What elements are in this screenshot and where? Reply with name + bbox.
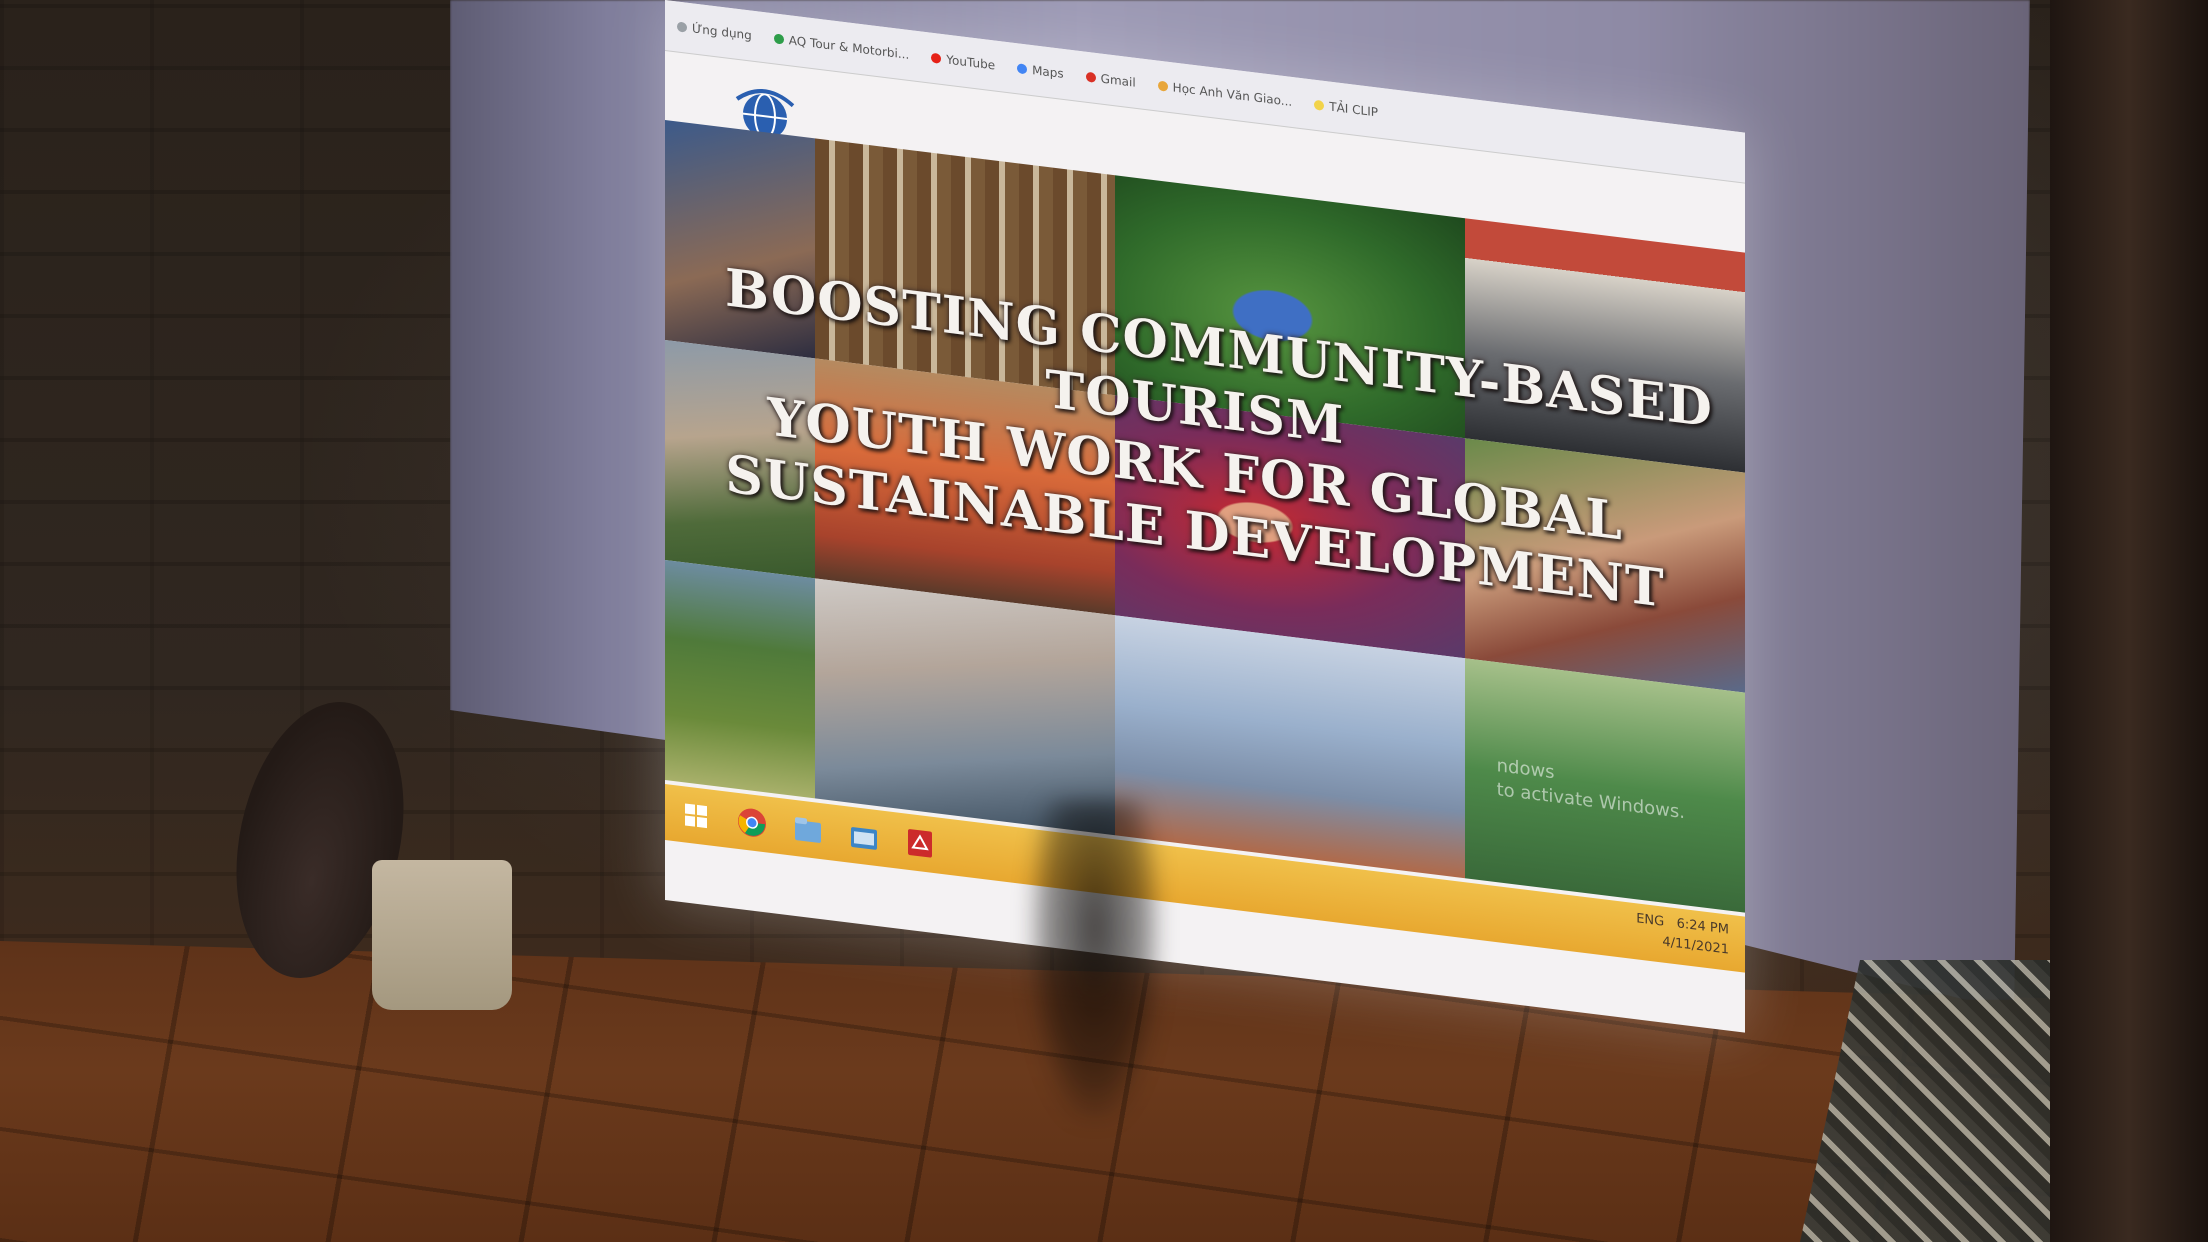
system-tray: ENG 6:24 PM 4/11/2021 <box>1636 909 1729 960</box>
chrome-icon[interactable] <box>735 804 769 842</box>
folder-icon[interactable] <box>847 817 881 855</box>
maps-icon <box>1017 63 1028 75</box>
bookmark-label: AQ Tour & Motorbi... <box>788 33 910 62</box>
wooden-pillar <box>2050 0 2208 1242</box>
bookmark-item[interactable]: Gmail <box>1085 70 1136 90</box>
bookmark-label: TẢI CLIP <box>1329 99 1378 120</box>
bookmark-label: Học Anh Văn Giao... <box>1172 80 1293 110</box>
bookmark-item[interactable]: Ứng dụng <box>677 19 752 43</box>
collage-photo <box>815 578 1115 836</box>
bookmark-label: Gmail <box>1100 71 1136 90</box>
stool <box>372 860 512 1010</box>
projected-desktop: Ứng dụng AQ Tour & Motorbi... YouTube Ma… <box>665 0 1745 1033</box>
clock-date[interactable]: 4/11/2021 <box>1662 934 1729 957</box>
bookmark-label: Ứng dụng <box>692 21 752 43</box>
book-icon <box>1157 80 1168 92</box>
person-shadow <box>1030 800 1160 1120</box>
apps-icon <box>677 21 687 33</box>
bookmark-item[interactable]: Maps <box>1017 61 1064 81</box>
gmail-icon <box>1085 71 1096 83</box>
folder-icon <box>1314 99 1325 111</box>
clock-time[interactable]: 6:24 PM <box>1677 916 1729 937</box>
bookmark-item[interactable]: Học Anh Văn Giao... <box>1157 78 1293 110</box>
bookmark-item[interactable]: YouTube <box>931 51 995 73</box>
bookmark-item[interactable]: TẢI CLIP <box>1314 98 1378 120</box>
pdf-reader-icon[interactable] <box>903 824 937 862</box>
bookmark-item[interactable]: AQ Tour & Motorbi... <box>773 31 910 62</box>
youtube-icon <box>931 52 942 64</box>
collage-photo <box>665 560 815 799</box>
language-indicator[interactable]: ENG <box>1636 911 1664 929</box>
tour-icon <box>773 33 784 45</box>
windows-start-icon[interactable] <box>679 797 713 835</box>
collage-photo <box>1115 615 1465 879</box>
bookmark-label: Maps <box>1032 63 1064 81</box>
bookmark-label: YouTube <box>946 52 996 73</box>
file-explorer-icon[interactable] <box>791 810 825 848</box>
